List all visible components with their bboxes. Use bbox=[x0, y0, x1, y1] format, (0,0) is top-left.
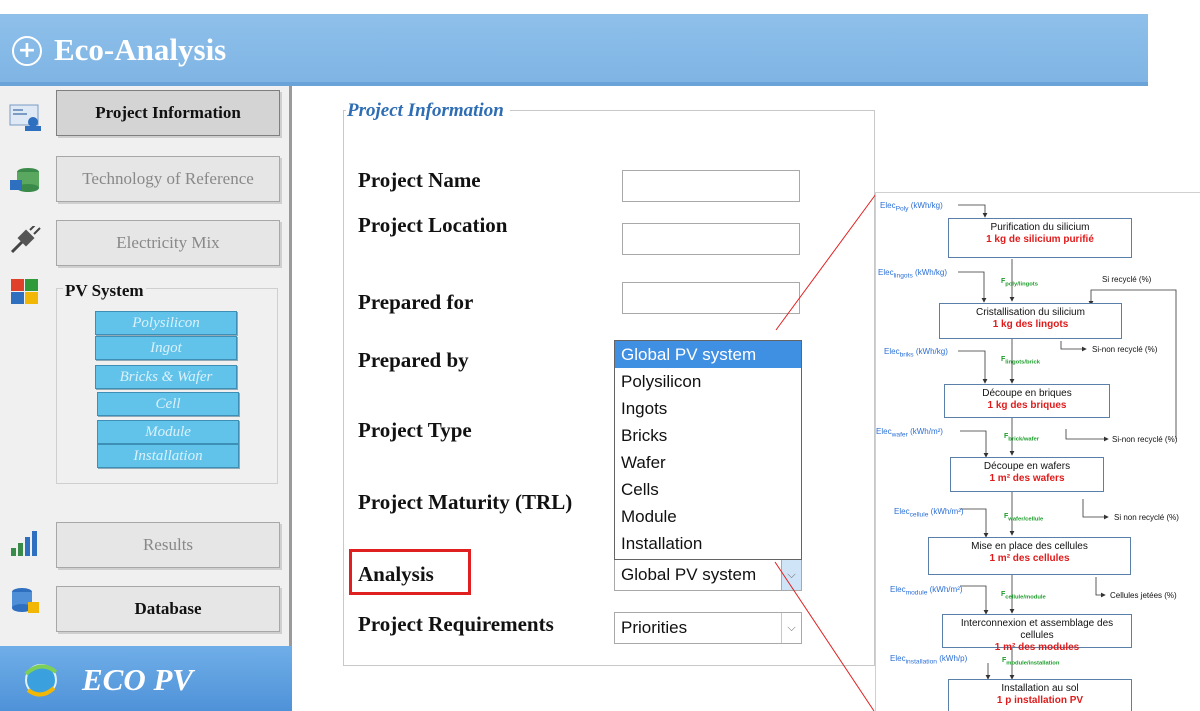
side-label-cellules-jetees: Cellules jetées (%) bbox=[1110, 591, 1177, 600]
flow-step-briques: Découpe en briques 1 kg des briques bbox=[944, 384, 1110, 418]
flow-step-cristallisation: Cristallisation du silicium 1 kg des ling… bbox=[939, 303, 1122, 339]
flow-label-wafer-cellule: Fwafer/cellule bbox=[1004, 513, 1044, 523]
elec-label-wafer: Elecwafer (kWh/m²) bbox=[876, 427, 943, 439]
flow-step-cellules: Mise en place des cellules 1 m² des cellu… bbox=[928, 537, 1131, 575]
flow-label-poly-lingots: Fpoly/lingots bbox=[1001, 278, 1038, 288]
process-flow-diagram: ElecPoly (kWh/kg) Eleclingots (kWh/kg) E… bbox=[875, 192, 1200, 711]
flow-step-wafers: Découpe en wafers 1 m² des wafers bbox=[950, 457, 1104, 492]
elec-label-cellule: Eleccellule (kWh/m²) bbox=[894, 507, 964, 519]
flow-label-cellule-module: Fcellule/module bbox=[1001, 591, 1046, 601]
flow-label-lingots-brick: Flingots/brick bbox=[1001, 356, 1040, 366]
flow-step-installation: Installation au sol 1 p installation PV bbox=[948, 679, 1132, 711]
elec-label-module: Elecmodule (kWh/m²) bbox=[890, 585, 963, 597]
flow-step-purification: Purification du silicium 1 kg de silicium… bbox=[948, 218, 1132, 258]
side-label-si-non-recycle-1: Si-non recyclé (%) bbox=[1092, 345, 1158, 354]
elec-label-briks: Elecbriks (kWh/kg) bbox=[884, 347, 948, 359]
flow-label-brick-wafer: Fbrick/wafer bbox=[1004, 433, 1040, 443]
flow-label-module-installation: Fmodule/installation bbox=[1002, 657, 1060, 667]
side-label-si-non-recycle-2: Si-non recyclé (%) bbox=[1112, 435, 1178, 444]
side-label-si-non-recycle-3: Si non recyclé (%) bbox=[1114, 513, 1179, 522]
elec-label-lingots: Eleclingots (kWh/kg) bbox=[878, 268, 948, 280]
flow-step-modules: Interconnexion et assemblage des cellule… bbox=[942, 614, 1132, 653]
elec-label-poly: ElecPoly (kWh/kg) bbox=[880, 201, 943, 213]
side-label-si-recycle: Si recyclé (%) bbox=[1102, 275, 1152, 284]
elec-label-installation: Elecinstallation (kWh/p) bbox=[890, 654, 968, 666]
